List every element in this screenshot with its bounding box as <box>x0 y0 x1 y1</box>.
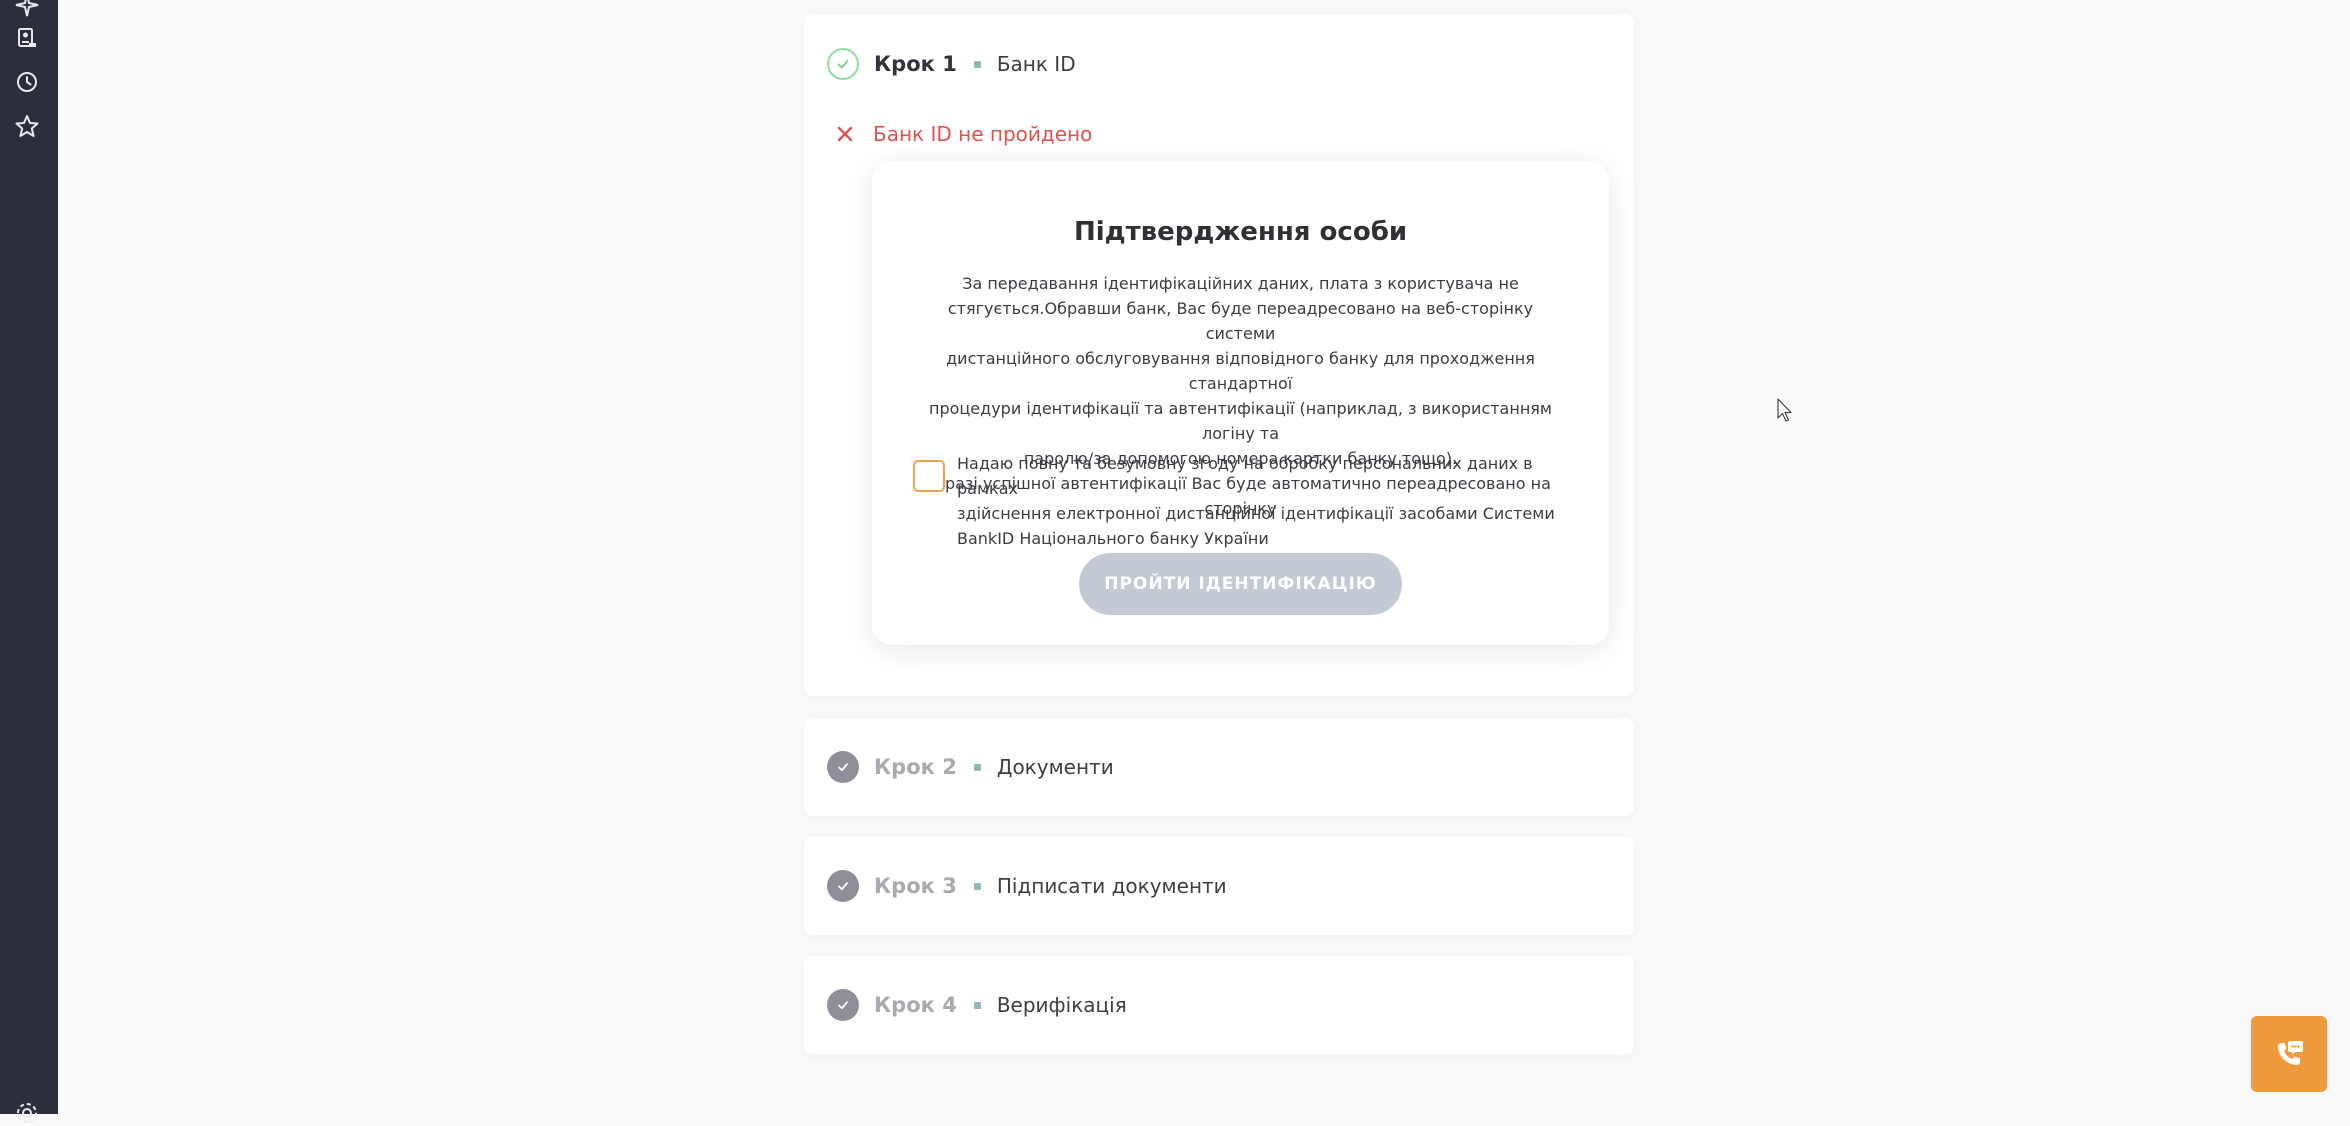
phone-chat-icon <box>2272 1037 2306 1071</box>
mouse-cursor-icon <box>1777 398 1793 424</box>
step-4-label: Крок 4 <box>874 993 957 1017</box>
step-4-separator <box>973 1001 981 1009</box>
description-line: процедури ідентифікації та автентифікаці… <box>929 399 1552 443</box>
bankid-error: Банк ID не пройдено <box>835 119 1092 149</box>
clock-icon[interactable] <box>14 69 40 95</box>
modal-title: Підтвердження особи <box>1073 217 1408 247</box>
sparkle-icon[interactable] <box>14 0 40 18</box>
identity-confirmation-modal: Підтвердження особи За передавання ідент… <box>872 161 1609 645</box>
step-3-name: Підписати документи <box>996 874 1227 898</box>
step-4-card[interactable]: Крок 4 Верифікація <box>804 956 1634 1054</box>
consent-text: Надаю повну та безумовну згоду на обробк… <box>957 451 1563 551</box>
step-1-header[interactable]: Крок 1 Банк ID <box>827 48 1076 80</box>
step-4-header[interactable]: Крок 4 Верифікація <box>827 989 1127 1021</box>
step-2-header[interactable]: Крок 2 Документи <box>827 751 1114 783</box>
bankid-error-text: Банк ID не пройдено <box>873 122 1093 146</box>
star-icon[interactable] <box>14 113 40 139</box>
step-1-label: Крок 1 <box>874 52 957 76</box>
support-call-button[interactable] <box>2251 1016 2327 1092</box>
step-2-check-icon <box>827 751 859 783</box>
step-2-separator <box>973 763 981 771</box>
consent-checkbox[interactable] <box>913 460 945 492</box>
step-2-card[interactable]: Крок 2 Документи <box>804 718 1634 816</box>
pass-identification-button[interactable]: ПРОЙТИ ІДЕНТИФІКАЦІЮ <box>1079 553 1402 615</box>
step-3-label: Крок 3 <box>874 874 957 898</box>
step-3-separator <box>973 882 981 890</box>
description-line: стягується.Обравши банк, Вас буде переад… <box>947 299 1534 343</box>
step-2-name: Документи <box>996 755 1114 779</box>
consent-line: здійснення електронної дистанційної іден… <box>957 504 1555 523</box>
settings-icon[interactable] <box>14 1100 40 1126</box>
consent-row: Надаю повну та безумовну згоду на обробк… <box>913 451 1563 551</box>
step-3-check-icon <box>827 870 859 902</box>
description-line: За передавання ідентифікаційних даних, п… <box>962 274 1519 293</box>
consent-line: BankID Національного банку України <box>957 529 1269 548</box>
step-4-name: Верифікація <box>996 993 1127 1017</box>
step-2-label: Крок 2 <box>874 755 957 779</box>
consent-line: Надаю повну та безумовну згоду на обробк… <box>957 454 1533 498</box>
step-1-separator <box>973 60 981 68</box>
step-1-card: Крок 1 Банк ID Банк ID не пройдено Підтв… <box>804 14 1634 696</box>
step-3-header[interactable]: Крок 3 Підписати документи <box>827 870 1227 902</box>
step-1-name: Банк ID <box>996 52 1076 76</box>
sidebar <box>0 0 58 1123</box>
close-icon <box>835 124 855 144</box>
description-line: дистанційного обслуговування відповідног… <box>946 349 1535 393</box>
document-user-icon[interactable] <box>14 25 40 51</box>
step-3-card[interactable]: Крок 3 Підписати документи <box>804 837 1634 935</box>
step-1-check-icon <box>827 48 859 80</box>
step-4-check-icon <box>827 989 859 1021</box>
